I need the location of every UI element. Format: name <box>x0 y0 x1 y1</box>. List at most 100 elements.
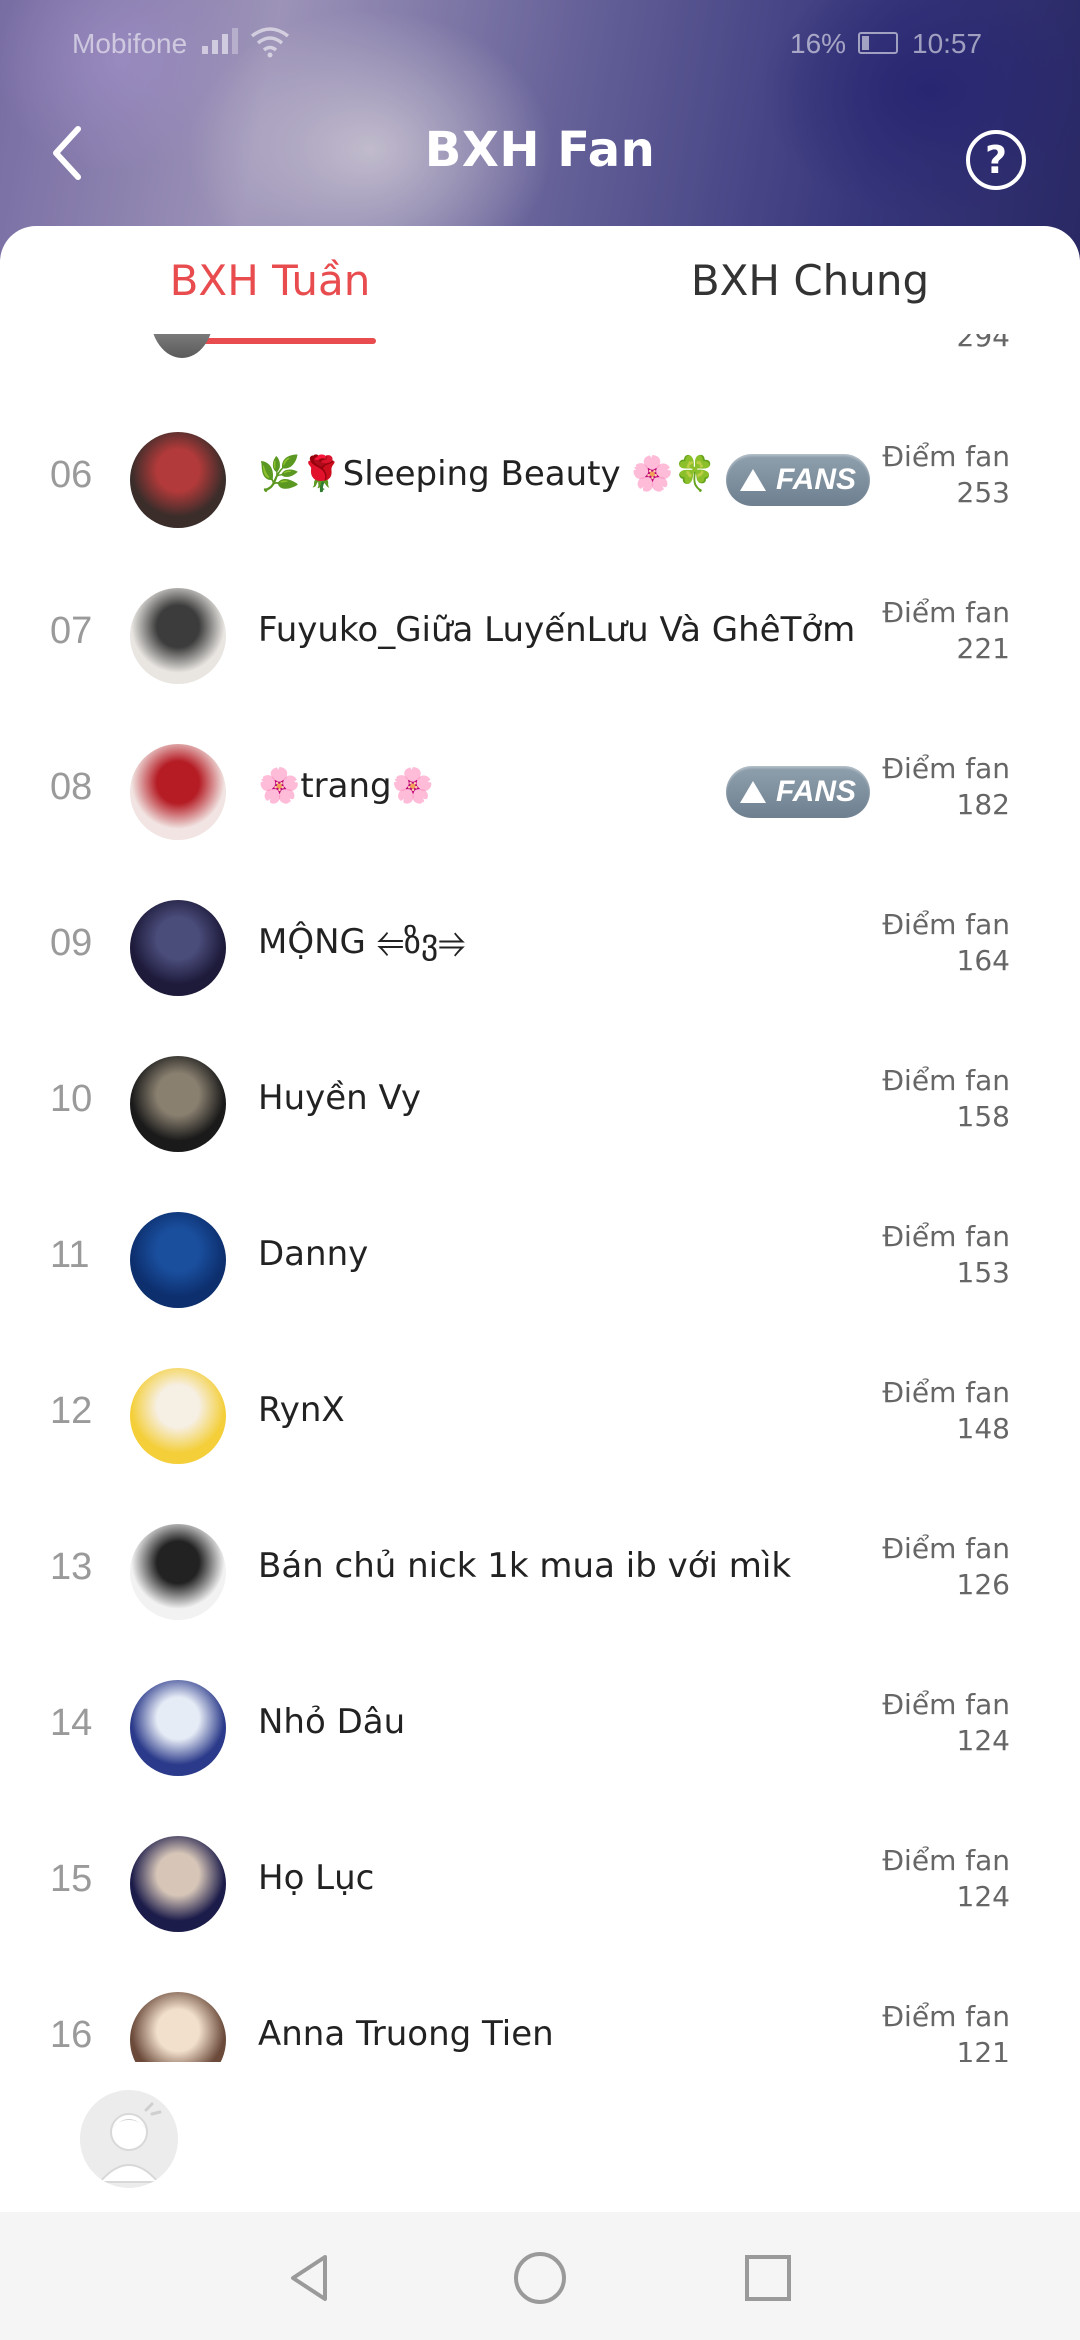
clock: 10:57 <box>912 28 983 59</box>
user-name: Bán chủ nick 1k mua ib với mìk <box>258 1546 792 1586</box>
rank-number: 07 <box>50 610 93 652</box>
chevron-left-icon <box>53 126 81 180</box>
user-name: Danny <box>258 1234 369 1274</box>
rank-number: 06 <box>50 454 93 496</box>
points-label: Điểm fan <box>882 1064 1010 1097</box>
ranking-row[interactable]: 13 Bán chủ nick 1k mua ib với mìk Điểm fan… <box>0 1494 1080 1650</box>
user-name: RynX <box>258 1390 345 1430</box>
points-value: 158 <box>956 1100 1010 1133</box>
rank-number: 15 <box>50 1858 93 1900</box>
user-name: Huyền Vy <box>258 1078 421 1118</box>
points-value: 126 <box>956 1568 1010 1601</box>
points-label: Điểm fan <box>882 596 1010 629</box>
signal-icon <box>200 28 240 63</box>
ranking-row[interactable]: 07 Fuyuko_Giữa LuyếnLưu Và GhêTởm Điểm fan… <box>0 558 1080 714</box>
avatar[interactable] <box>130 744 226 840</box>
user-name: 🌿🌹Sleeping Beauty 🌸🍀 <box>258 454 717 494</box>
points-label: Điểm fan <box>882 752 1010 785</box>
triangle-icon <box>739 469 766 491</box>
ranking-row[interactable]: 08 🌸trang🌸 FANS Điểm fan 182 <box>0 714 1080 870</box>
avatar[interactable] <box>130 1836 226 1932</box>
avatar[interactable] <box>130 1524 226 1620</box>
tab-bar: BXH Tuần BXH Chung <box>0 226 1080 344</box>
rank-number: 11 <box>50 1234 90 1276</box>
points-value: 148 <box>956 1412 1010 1445</box>
rank-number: 10 <box>50 1078 93 1120</box>
points-label: Điểm fan <box>882 1532 1010 1565</box>
rank-number: 14 <box>50 1702 93 1744</box>
question-circle-icon: ? <box>984 138 1008 182</box>
square-recents-icon <box>745 2255 791 2301</box>
points-value: 253 <box>956 476 1010 509</box>
avatar[interactable] <box>130 1368 226 1464</box>
help-button[interactable]: ? <box>966 130 1026 190</box>
nav-back-button[interactable] <box>270 2238 350 2318</box>
points-label: Điểm fan <box>882 2000 1010 2033</box>
triangle-icon <box>739 781 766 803</box>
rank-number: 08 <box>50 766 93 808</box>
carrier-label: Mobifone <box>72 28 188 59</box>
nav-home-button[interactable] <box>500 2238 580 2318</box>
points-value: 124 <box>956 1724 1010 1757</box>
avatar[interactable] <box>130 1056 226 1152</box>
points-label: Điểm fan <box>882 908 1010 941</box>
points-label: Điểm fan <box>882 1376 1010 1409</box>
nav-recents-button[interactable] <box>728 2238 808 2318</box>
page-title: BXH Fan <box>424 122 656 178</box>
user-name: Nhỏ Dâu <box>258 1702 406 1742</box>
ranking-row[interactable]: 16 Anna Truong Tien Điểm fan 121 <box>0 1962 1080 2062</box>
back-button[interactable] <box>42 118 92 188</box>
avatar[interactable] <box>130 1992 226 2062</box>
user-name: Họ Lục <box>258 1858 375 1898</box>
ranking-row[interactable]: 09 MỘNG ⥢ზვ⥤ Điểm fan 164 <box>0 870 1080 1026</box>
ranking-row[interactable]: 11 Danny Điểm fan 153 <box>0 1182 1080 1338</box>
fans-badge: FANS <box>726 454 870 506</box>
ranking-row[interactable]: 06 🌿🌹Sleeping Beauty 🌸🍀 FANS Điểm fan 253 <box>0 402 1080 558</box>
points-value: 124 <box>956 1880 1010 1913</box>
rank-number: 13 <box>50 1546 93 1588</box>
points-label: Điểm fan <box>882 440 1010 473</box>
points-value: 182 <box>956 788 1010 821</box>
tab-overall-ranking[interactable]: BXH Chung <box>680 256 940 336</box>
user-name: Anna Truong Tien <box>258 2014 554 2054</box>
fans-badge-label: FANS <box>775 463 856 496</box>
points-value: 221 <box>956 632 1010 665</box>
tab-weekly-ranking[interactable]: BXH Tuần <box>150 256 390 336</box>
avatar[interactable] <box>130 1212 226 1308</box>
rank-number: 16 <box>50 2014 93 2056</box>
avatar[interactable] <box>130 900 226 996</box>
points-label: Điểm fan <box>882 1844 1010 1877</box>
rank-number: 09 <box>50 922 93 964</box>
ranking-row[interactable]: 15 Họ Lục Điểm fan 124 <box>0 1806 1080 1962</box>
avatar[interactable] <box>130 1680 226 1776</box>
system-nav-bar <box>0 2212 1080 2340</box>
my-avatar[interactable] <box>80 2090 178 2188</box>
points-value: 121 <box>956 2036 1010 2062</box>
points-label: Điểm fan <box>882 1220 1010 1253</box>
points-label: Điểm fan <box>882 1688 1010 1721</box>
avatar <box>150 334 214 358</box>
fans-badge-label: FANS <box>775 775 856 808</box>
avatar[interactable] <box>130 432 226 528</box>
battery-icon <box>858 32 898 54</box>
user-placeholder-icon <box>80 2090 178 2188</box>
header-banner: Mobifone 16% 10:57 BXH Fan ? <box>0 0 1080 260</box>
circle-home-icon <box>514 2252 566 2304</box>
ranking-row[interactable]: 12 RynX Điểm fan 148 <box>0 1338 1080 1494</box>
user-name: 🌸trang🌸 <box>258 766 434 806</box>
wifi-icon <box>250 26 290 65</box>
points-value: 153 <box>956 1256 1010 1289</box>
points-value: 294 <box>956 334 1010 353</box>
ranking-row[interactable]: 10 Huyền Vy Điểm fan 158 <box>0 1026 1080 1182</box>
user-name: Fuyuko_Giữa LuyếnLưu Và GhêTởm <box>258 610 856 650</box>
battery-percent: 16% <box>790 28 847 59</box>
ranking-list: 06 🌿🌹Sleeping Beauty 🌸🍀 FANS Điểm fan 253 07 F… <box>0 402 1080 2062</box>
avatar[interactable] <box>130 588 226 684</box>
ranking-row[interactable]: 14 Nhỏ Dâu Điểm fan 124 <box>0 1650 1080 1806</box>
status-bar: Mobifone 16% 10:57 <box>0 22 1080 68</box>
fans-badge: FANS <box>726 766 870 818</box>
rank-number: 12 <box>50 1390 93 1432</box>
partial-row: 294 <box>0 334 1080 370</box>
triangle-back-icon <box>291 2255 327 2301</box>
user-name: MỘNG ⥢ზვ⥤ <box>258 922 466 962</box>
